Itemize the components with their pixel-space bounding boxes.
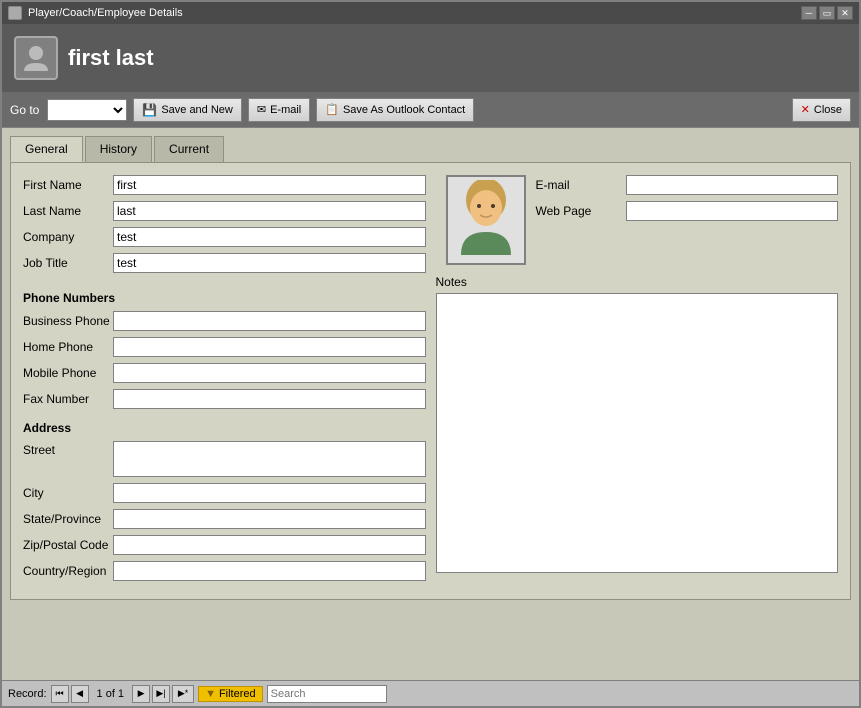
form-panel: First Name Last Name Company <box>10 162 851 600</box>
city-label: City <box>23 486 113 500</box>
address-section-header: Address <box>23 421 426 435</box>
country-label: Country/Region <box>23 564 113 578</box>
filtered-badge: ▼ Filtered <box>198 686 263 702</box>
zip-input[interactable] <box>113 535 426 555</box>
last-name-input[interactable] <box>113 201 426 221</box>
job-title-input[interactable] <box>113 253 426 273</box>
state-input[interactable] <box>113 509 426 529</box>
filtered-label: Filtered <box>219 688 256 700</box>
tab-history[interactable]: History <box>85 136 152 162</box>
person-icon <box>14 36 58 80</box>
email-icon: ✉ <box>257 103 266 116</box>
email-web-section: E-mail Web Page <box>536 175 839 265</box>
email-button[interactable]: ✉ E-mail <box>248 98 310 122</box>
close-icon: ✕ <box>801 103 810 116</box>
street-input[interactable] <box>113 441 426 477</box>
mobile-phone-row: Mobile Phone <box>23 363 426 383</box>
left-section: First Name Last Name Company <box>23 175 426 587</box>
filter-icon: ▼ <box>205 688 216 700</box>
country-input[interactable] <box>113 561 426 581</box>
state-label: State/Province <box>23 512 113 526</box>
right-section: E-mail Web Page Notes <box>436 175 839 587</box>
company-input[interactable] <box>113 227 426 247</box>
close-button[interactable]: ✕ Close <box>792 98 851 122</box>
search-input[interactable] <box>267 685 387 703</box>
title-bar: Player/Coach/Employee Details ─ ▭ ✕ <box>2 2 859 24</box>
email-label: E-mail <box>536 178 626 192</box>
record-position: 1 of 1 <box>91 688 131 700</box>
first-name-row: First Name <box>23 175 426 195</box>
city-row: City <box>23 483 426 503</box>
fax-number-row: Fax Number <box>23 389 426 409</box>
company-label: Company <box>23 230 113 244</box>
photo-contact-row: E-mail Web Page <box>436 175 839 265</box>
web-page-label: Web Page <box>536 204 626 218</box>
web-page-input[interactable] <box>626 201 839 221</box>
first-record-button[interactable]: ⏮ <box>51 685 69 703</box>
notes-input[interactable] <box>436 293 839 573</box>
outlook-icon: 📋 <box>325 103 339 116</box>
notes-label: Notes <box>436 275 839 289</box>
close-title-button[interactable]: ✕ <box>837 6 853 20</box>
next-record-button[interactable]: ▶ <box>132 685 150 703</box>
home-phone-input[interactable] <box>113 337 426 357</box>
home-phone-label: Home Phone <box>23 340 113 354</box>
last-name-row: Last Name <box>23 201 426 221</box>
app-icon <box>8 6 22 20</box>
email-row: E-mail <box>536 175 839 195</box>
job-title-label: Job Title <box>23 256 113 270</box>
title-bar-left: Player/Coach/Employee Details <box>8 6 183 20</box>
fax-number-label: Fax Number <box>23 392 113 406</box>
status-bar: Record: ⏮ ◀ 1 of 1 ▶ ▶| ▶* ▼ Filtered <box>2 680 859 706</box>
restore-button[interactable]: ▭ <box>819 6 835 20</box>
record-navigation: ⏮ ◀ 1 of 1 ▶ ▶| ▶* <box>51 685 195 703</box>
phone-section-header: Phone Numbers <box>23 291 426 305</box>
notes-section: Notes <box>436 275 839 576</box>
main-window: Player/Coach/Employee Details ─ ▭ ✕ firs… <box>0 0 861 708</box>
save-outlook-button[interactable]: 📋 Save As Outlook Contact <box>316 98 474 122</box>
zip-label: Zip/Postal Code <box>23 538 113 552</box>
city-input[interactable] <box>113 483 426 503</box>
tab-current[interactable]: Current <box>154 136 224 162</box>
tab-bar: General History Current <box>10 136 851 162</box>
business-phone-input[interactable] <box>113 311 426 331</box>
header-title: first last <box>68 45 154 71</box>
prev-record-button[interactable]: ◀ <box>71 685 89 703</box>
last-record-button[interactable]: ▶| <box>152 685 170 703</box>
goto-select[interactable] <box>47 99 127 121</box>
first-name-input[interactable] <box>113 175 426 195</box>
fax-number-input[interactable] <box>113 389 426 409</box>
content-area: General History Current First Name <box>2 128 859 680</box>
mobile-phone-input[interactable] <box>113 363 426 383</box>
toolbar: Go to 💾 Save and New ✉ E-mail 📋 Save As … <box>2 92 859 128</box>
home-phone-row: Home Phone <box>23 337 426 357</box>
street-row: Street <box>23 441 426 477</box>
last-name-label: Last Name <box>23 204 113 218</box>
street-label: Street <box>23 441 113 457</box>
mobile-phone-label: Mobile Phone <box>23 366 113 380</box>
first-name-label: First Name <box>23 178 113 192</box>
title-bar-controls: ─ ▭ ✕ <box>801 6 853 20</box>
email-input[interactable] <box>626 175 839 195</box>
job-title-row: Job Title <box>23 253 426 273</box>
business-phone-label: Business Phone <box>23 314 113 328</box>
zip-row: Zip/Postal Code <box>23 535 426 555</box>
business-phone-row: Business Phone <box>23 311 426 331</box>
save-new-icon: 💾 <box>142 103 157 117</box>
minimize-button[interactable]: ─ <box>801 6 817 20</box>
tab-general[interactable]: General <box>10 136 83 162</box>
photo-area <box>446 175 526 265</box>
goto-label: Go to <box>10 103 39 117</box>
country-row: Country/Region <box>23 561 426 581</box>
record-label: Record: <box>8 688 47 700</box>
web-page-row: Web Page <box>536 201 839 221</box>
company-row: Company <box>23 227 426 247</box>
basic-info-fields: First Name Last Name Company <box>23 175 426 279</box>
new-record-button[interactable]: ▶* <box>172 685 194 703</box>
window-title: Player/Coach/Employee Details <box>28 7 183 19</box>
header-bar: first last <box>2 24 859 92</box>
save-and-new-button[interactable]: 💾 Save and New <box>133 98 242 122</box>
state-row: State/Province <box>23 509 426 529</box>
